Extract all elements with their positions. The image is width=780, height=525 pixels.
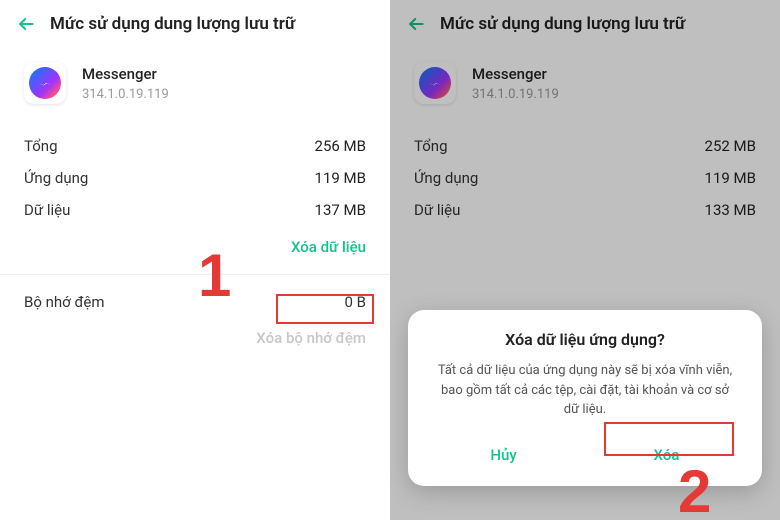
storage-stats: Tổng 256 MB Ứng dụng 119 MB Dữ liệu 137 … xyxy=(0,130,390,226)
screen-left: Mức sử dụng dung lượng lưu trữ Messenger… xyxy=(0,0,390,520)
stat-data: Dữ liệu 133 MB xyxy=(414,194,756,226)
stat-value: 133 MB xyxy=(705,201,756,219)
cancel-button[interactable]: Hủy xyxy=(426,436,581,474)
cache-value: 0 B xyxy=(345,293,367,311)
dialog-body: Tất cả dữ liệu của ứng dụng này sẽ bị xó… xyxy=(426,361,744,420)
app-version: 314.1.0.19.119 xyxy=(472,87,559,102)
app-name: Messenger xyxy=(472,65,559,83)
divider xyxy=(0,274,390,275)
stat-data: Dữ liệu 137 MB xyxy=(24,194,366,226)
messenger-icon xyxy=(419,67,451,99)
stat-value: 119 MB xyxy=(315,169,366,187)
app-icon xyxy=(414,62,456,104)
stat-label: Ứng dụng xyxy=(414,169,478,187)
stat-value: 256 MB xyxy=(315,137,366,155)
clear-data-button[interactable]: Xóa dữ liệu xyxy=(0,226,390,266)
stat-value: 252 MB xyxy=(705,137,756,155)
stat-label: Ứng dụng xyxy=(24,169,88,187)
storage-stats: Tổng 252 MB Ứng dụng 119 MB Dữ liệu 133 … xyxy=(390,130,780,226)
page-title: Mức sử dụng dung lượng lưu trữ xyxy=(50,14,295,34)
screen-right: Mức sử dụng dung lượng lưu trữ Messenger… xyxy=(390,0,780,520)
clear-cache-button: Xóa bộ nhớ đệm xyxy=(0,317,390,357)
stat-value: 119 MB xyxy=(705,169,756,187)
stat-label: Tổng xyxy=(414,137,448,155)
app-info-row: Messenger 314.1.0.19.119 xyxy=(390,44,780,130)
dialog-actions: Hủy Xóa xyxy=(426,436,744,474)
stat-label: Dữ liệu xyxy=(414,201,460,219)
back-icon[interactable] xyxy=(16,14,36,34)
stat-label: Dữ liệu xyxy=(24,201,70,219)
app-name: Messenger xyxy=(82,65,169,83)
stat-label: Tổng xyxy=(24,137,58,155)
cache-row: Bộ nhớ đệm 0 B xyxy=(0,277,390,317)
app-version: 314.1.0.19.119 xyxy=(82,87,169,102)
confirm-button[interactable]: Xóa xyxy=(589,436,744,474)
stat-total: Tổng 252 MB xyxy=(414,130,756,162)
app-info-row: Messenger 314.1.0.19.119 xyxy=(0,44,390,130)
stat-total: Tổng 256 MB xyxy=(24,130,366,162)
dialog-title: Xóa dữ liệu ứng dụng? xyxy=(426,330,744,349)
confirm-dialog: Xóa dữ liệu ứng dụng? Tất cả dữ liệu của… xyxy=(408,310,762,486)
stat-app: Ứng dụng 119 MB xyxy=(414,162,756,194)
messenger-icon xyxy=(29,67,61,99)
cache-label: Bộ nhớ đệm xyxy=(24,293,105,311)
app-icon xyxy=(24,62,66,104)
header: Mức sử dụng dung lượng lưu trữ xyxy=(390,0,780,44)
back-icon[interactable] xyxy=(406,14,426,34)
header: Mức sử dụng dung lượng lưu trữ xyxy=(0,0,390,44)
stat-app: Ứng dụng 119 MB xyxy=(24,162,366,194)
stat-value: 137 MB xyxy=(315,201,366,219)
page-title: Mức sử dụng dung lượng lưu trữ xyxy=(440,14,685,34)
